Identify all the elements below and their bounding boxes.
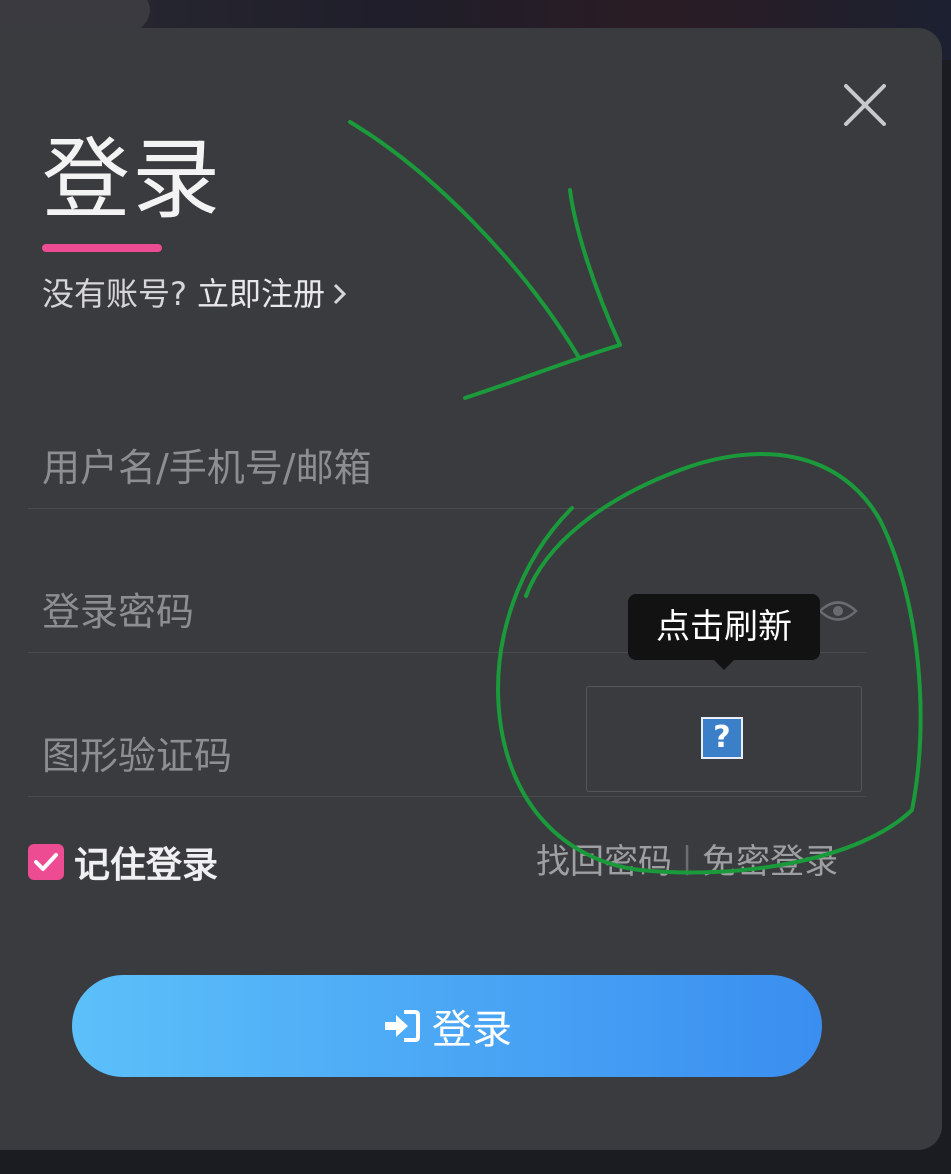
remember-login-checkbox[interactable]: 记住登录 (28, 836, 218, 888)
captcha-image[interactable]: ? (586, 686, 862, 792)
sign-in-icon (382, 1009, 420, 1043)
username-field-row (28, 428, 866, 509)
remember-login-label: 记住登录 (74, 845, 219, 886)
checkmark-icon (34, 853, 58, 871)
no-account-text: 没有账号? (42, 275, 187, 313)
checkbox-checked[interactable] (28, 844, 64, 880)
login-button[interactable]: 登录 (72, 975, 822, 1077)
forgot-password-link[interactable]: 找回密码 (536, 834, 672, 883)
register-row: 没有账号? 立即注册 (42, 272, 347, 316)
captcha-input[interactable] (40, 716, 584, 796)
passwordless-login-link[interactable]: 免密登录 (702, 834, 838, 883)
username-input[interactable] (40, 428, 584, 508)
register-link-label: 立即注册 (197, 275, 326, 313)
close-button[interactable] (842, 82, 888, 128)
link-separator: | (682, 841, 693, 876)
register-link[interactable]: 立即注册 (197, 272, 347, 316)
broken-image-icon: ? (701, 717, 743, 759)
close-icon (844, 84, 886, 126)
captcha-refresh-tooltip: 点击刷新 (628, 594, 820, 670)
password-input[interactable] (40, 572, 584, 652)
auxiliary-links: 找回密码 | 免密登录 (536, 834, 838, 883)
login-button-label: 登录 (432, 1007, 512, 1053)
eye-icon[interactable] (818, 596, 858, 626)
page-title: 登录 (42, 128, 223, 231)
title-underline (42, 244, 162, 252)
chevron-right-icon (333, 283, 347, 305)
